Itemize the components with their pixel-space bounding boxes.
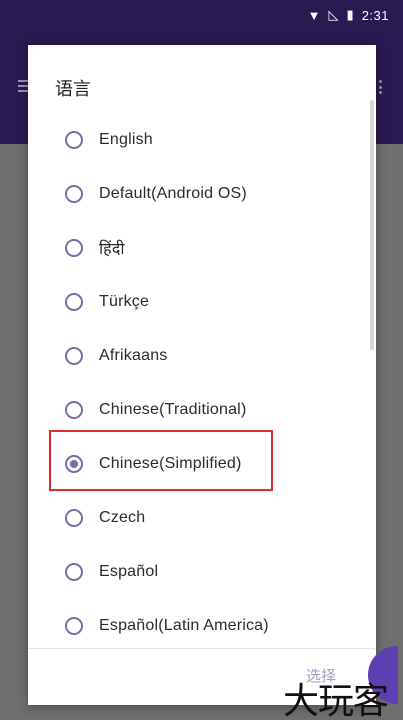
menu-icon[interactable] (18, 80, 28, 92)
status-time: 2:31 (361, 7, 389, 23)
option-label: Czech (99, 509, 146, 526)
radio-button[interactable] (65, 185, 83, 203)
option-label: English (99, 131, 153, 148)
language-options: English Default(Android OS) हिंदी Türkçe… (28, 113, 376, 653)
option-czech[interactable]: Czech (28, 491, 376, 545)
selection-highlight-box (49, 430, 273, 491)
radio-button[interactable] (65, 293, 83, 311)
option-default-android-os[interactable]: Default(Android OS) (28, 167, 376, 221)
radio-button[interactable] (65, 131, 83, 149)
radio-button[interactable] (65, 239, 83, 257)
more-options-icon[interactable] (379, 80, 383, 94)
language-dialog: 语言 English Default(Android OS) हिंदी Tür… (28, 45, 376, 705)
option-label: Afrikaans (99, 347, 168, 364)
radio-button[interactable] (65, 347, 83, 365)
radio-button[interactable] (65, 563, 83, 581)
status-icons: ▼ ◺ ▮ 2:31 (308, 7, 389, 23)
status-bar: ▼ ◺ ▮ 2:31 (0, 0, 403, 30)
dialog-title: 语言 (55, 79, 91, 99)
option-label: Türkçe (99, 293, 150, 310)
option-label: Español (99, 563, 159, 580)
option-chinese-traditional[interactable]: Chinese(Traditional) (28, 383, 376, 437)
option-espanol-latin-america[interactable]: Español(Latin America) (28, 599, 376, 653)
option-label: Chinese(Traditional) (99, 401, 247, 418)
wifi-icon: ▼ (307, 7, 321, 23)
divider (28, 648, 376, 649)
battery-icon: ▮ (346, 7, 354, 22)
option-label: Español(Latin America) (99, 617, 269, 634)
radio-button[interactable] (65, 617, 83, 635)
watermark: 大玩客 (283, 681, 389, 720)
option-turkce[interactable]: Türkçe (28, 275, 376, 329)
radio-button[interactable] (65, 509, 83, 527)
signal-off-icon: ◺ (328, 7, 339, 22)
radio-button[interactable] (65, 401, 83, 419)
option-hindi[interactable]: हिंदी (28, 221, 376, 275)
option-espanol[interactable]: Español (28, 545, 376, 599)
option-label: Default(Android OS) (99, 185, 247, 202)
option-english[interactable]: English (28, 113, 376, 167)
option-label: हिंदी (99, 241, 125, 258)
option-afrikaans[interactable]: Afrikaans (28, 329, 376, 383)
